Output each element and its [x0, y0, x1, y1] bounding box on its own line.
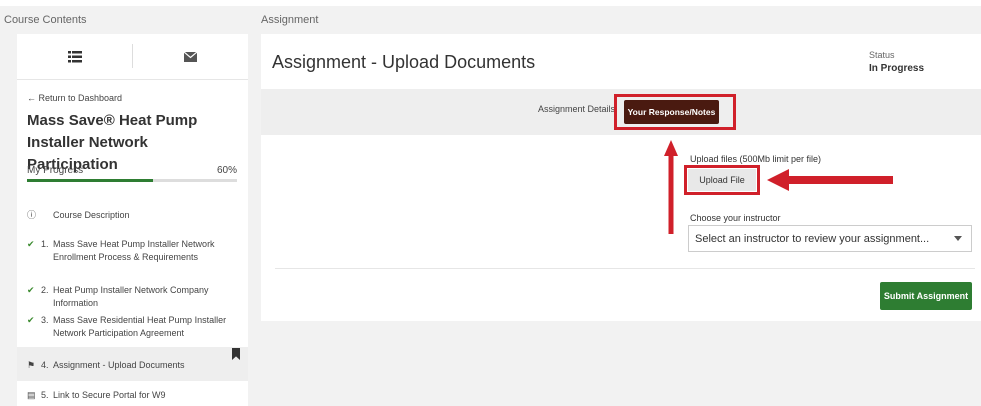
sidebar-item-label: Mass Save Residential Heat Pump Installe…: [53, 315, 227, 338]
chevron-down-icon: [954, 236, 962, 241]
progress-row: My Progress 60%: [27, 165, 237, 176]
check-icon: ✔: [27, 315, 35, 325]
sidebar-item-label: Link to Secure Portal for W9: [53, 390, 166, 400]
sidebar-item-course-description[interactable]: ⓘ Course Description: [27, 209, 245, 222]
list-icon[interactable]: [55, 45, 95, 69]
progress-bar: [27, 179, 237, 182]
sidebar-item-4[interactable]: ⚑ 4. Assignment - Upload Documents: [27, 359, 245, 372]
instructor-select-value: Select an instructor to review your assi…: [695, 232, 930, 245]
check-icon: ✔: [27, 285, 35, 295]
progress-percent: 60%: [216, 165, 237, 176]
sidebar-item-label: Heat Pump Installer Network Company Info…: [53, 285, 209, 308]
page-title: Assignment - Upload Documents: [272, 52, 536, 72]
divider: [132, 44, 133, 68]
info-icon: ⓘ: [27, 210, 37, 220]
envelope-icon[interactable]: [170, 45, 210, 69]
assignment-header: Assignment: [261, 14, 319, 26]
course-contents-header: Course Contents: [4, 14, 87, 26]
progress-label: My Progress: [27, 165, 84, 176]
instructor-select[interactable]: Select an instructor to review your assi…: [688, 225, 972, 252]
sidebar-item-2[interactable]: ✔ 2. Heat Pump Installer Network Company…: [27, 284, 245, 310]
status-label: Status: [869, 50, 895, 60]
upload-files-label: Upload files (500Mb limit per file): [690, 154, 822, 164]
progress-bar-fill: [27, 179, 153, 182]
top-bar: [0, 0, 981, 6]
status-value: In Progress: [869, 63, 925, 74]
sidebar-item-5[interactable]: ▤ 5. Link to Secure Portal for W9: [27, 389, 245, 402]
return-to-dashboard-link[interactable]: ← Return to Dashboard: [27, 93, 122, 103]
document-icon: ▤: [27, 390, 36, 400]
flag-icon: ⚑: [27, 360, 36, 370]
sidebar-item-label: Assignment - Upload Documents: [53, 360, 185, 370]
choose-instructor-label: Choose your instructor: [690, 213, 781, 223]
sidebar-item-label: Mass Save Heat Pump Installer Network En…: [53, 239, 215, 262]
sidebar-view-switcher: [17, 34, 248, 80]
tab-assignment-details[interactable]: Assignment Details: [538, 104, 615, 114]
sidebar-item-3[interactable]: ✔ 3. Mass Save Residential Heat Pump Ins…: [27, 314, 245, 340]
tab-your-response-notes[interactable]: Your Response/Notes: [624, 100, 719, 124]
course-sidebar: ← Return to Dashboard Mass Save® Heat Pu…: [17, 34, 248, 406]
divider: [275, 268, 975, 269]
check-icon: ✔: [27, 239, 35, 249]
upload-file-button[interactable]: Upload File: [688, 169, 756, 191]
annotation-arrow-up-icon: [664, 140, 678, 234]
submit-assignment-button[interactable]: Submit Assignment: [880, 282, 972, 310]
sidebar-item-label: Course Description: [53, 210, 130, 220]
annotation-arrow-left-icon: [767, 169, 893, 191]
sidebar-item-1[interactable]: ✔ 1. Mass Save Heat Pump Installer Netwo…: [27, 238, 245, 264]
